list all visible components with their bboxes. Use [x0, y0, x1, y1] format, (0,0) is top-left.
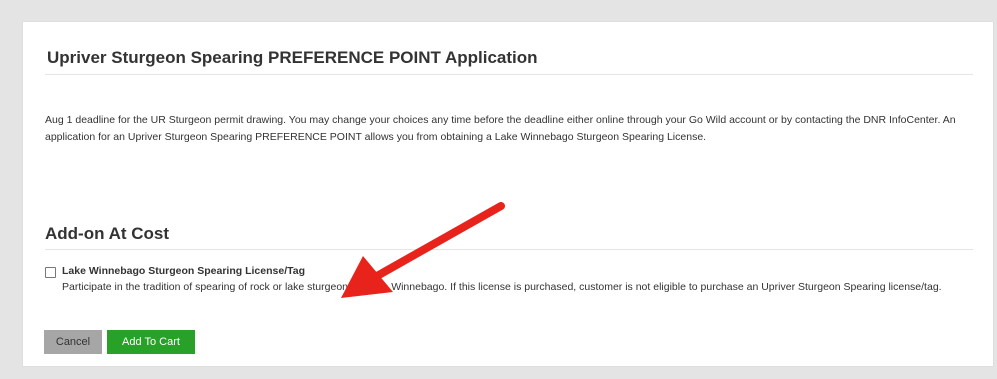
application-card: Upriver Sturgeon Spearing PREFERENCE POI… — [23, 22, 993, 366]
add-to-cart-button[interactable]: Add To Cart — [107, 330, 195, 354]
addon-checkbox[interactable] — [45, 267, 56, 278]
addon-section-title: Add-on At Cost — [45, 224, 170, 243]
addon-option-label[interactable]: Lake Winnebago Sturgeon Spearing License… — [62, 265, 305, 277]
cancel-button[interactable]: Cancel — [44, 330, 102, 354]
red-arrow-icon — [341, 202, 505, 298]
application-description: Aug 1 deadline for the UR Sturgeon permi… — [45, 114, 956, 143]
application-title: Upriver Sturgeon Spearing PREFERENCE POI… — [47, 48, 538, 67]
title-divider — [45, 74, 973, 75]
